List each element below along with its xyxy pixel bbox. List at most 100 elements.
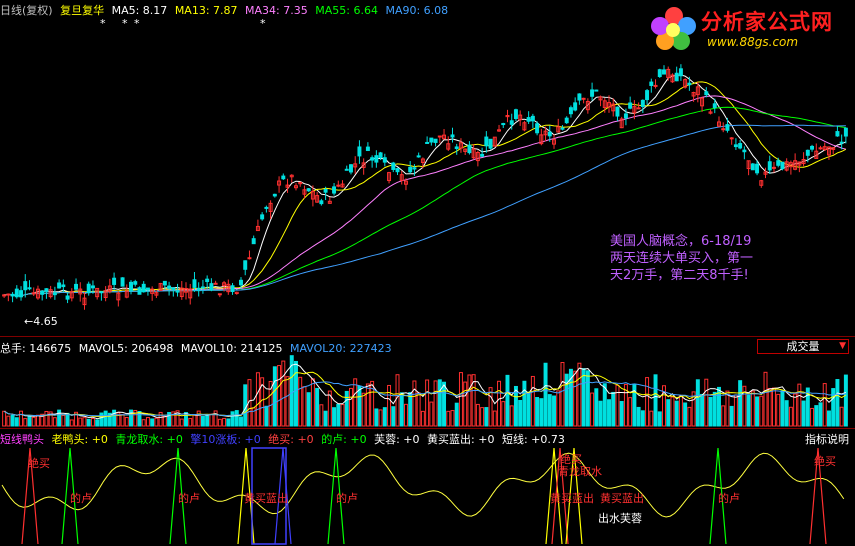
candle-body xyxy=(636,107,641,110)
volume-bar xyxy=(763,371,768,427)
volume-bar xyxy=(480,407,485,427)
volume-bar xyxy=(162,415,167,427)
volume-bar xyxy=(230,411,235,427)
volume-bar xyxy=(420,410,425,427)
volume-bar xyxy=(403,403,408,427)
volume-bar xyxy=(509,405,514,427)
volume-bar xyxy=(839,406,844,427)
volume-bar xyxy=(158,411,163,427)
volume-bar xyxy=(759,395,764,427)
volume-bar xyxy=(78,417,83,427)
volume-bar xyxy=(2,410,7,427)
candle-body xyxy=(112,277,117,285)
volume-bar xyxy=(306,392,311,427)
candle-body xyxy=(674,72,679,82)
ma13-value: MA13: 7.87 xyxy=(174,4,238,17)
pane-divider xyxy=(0,336,855,337)
ma5-value: MA5: 8.17 xyxy=(111,4,168,17)
candle-body xyxy=(65,295,70,300)
candle-body xyxy=(755,163,760,174)
volume-bar xyxy=(82,417,87,427)
volume-bar xyxy=(239,416,243,427)
candle-body xyxy=(818,147,823,150)
candle-body xyxy=(162,280,167,286)
candle-body xyxy=(581,97,586,100)
volume-bar xyxy=(90,417,95,427)
volume-bar xyxy=(348,387,353,427)
volume-bar xyxy=(95,419,100,427)
candle-body xyxy=(192,279,197,288)
volume-bar xyxy=(767,387,772,427)
candle-body xyxy=(484,136,489,147)
candle-body xyxy=(200,286,205,289)
signal-qinglong: 青龙取水 xyxy=(558,465,602,478)
signal-huangmai: 黄买蓝出 xyxy=(600,492,644,505)
candle-body xyxy=(480,153,485,157)
volume-bar xyxy=(450,410,455,427)
signal-huangmai: 黄买蓝出 xyxy=(550,492,594,505)
candle-body xyxy=(425,141,430,144)
candle-body xyxy=(332,186,337,194)
period-label[interactable]: 日线(复权) xyxy=(0,4,53,17)
volume-bar xyxy=(649,410,654,427)
flower-logo-icon xyxy=(651,7,696,50)
candle-body xyxy=(437,135,442,138)
volume-bar xyxy=(154,417,159,427)
volume-bar xyxy=(590,392,595,427)
volume-bar xyxy=(222,417,227,427)
volume-bar xyxy=(243,384,248,427)
candle-body xyxy=(370,157,375,161)
indicator-help-button[interactable]: 指标说明 xyxy=(805,431,849,447)
ind-juemai: 绝买: +0 xyxy=(268,433,314,446)
volume-bar xyxy=(86,418,91,427)
candle-body xyxy=(615,106,620,117)
volume-bar xyxy=(52,417,57,427)
candle-body xyxy=(357,146,362,157)
candle-body xyxy=(23,281,28,291)
volume-bar xyxy=(137,411,142,427)
volume-bar xyxy=(294,360,298,427)
candle-body xyxy=(645,90,650,101)
volume-bar xyxy=(391,406,396,427)
volume-bar xyxy=(674,400,679,427)
candle-body xyxy=(771,166,776,169)
volume-bar xyxy=(492,410,497,427)
volume-bar xyxy=(141,419,146,427)
volume-bar xyxy=(124,416,129,427)
ind-huangmai: 黄买蓝出: +0 xyxy=(427,433,495,446)
volume-bar xyxy=(302,386,307,427)
candle-body xyxy=(141,283,146,293)
volume-bar xyxy=(378,409,383,427)
price-header: 日线(复权) 复旦复华 MA5: 8.17 MA13: 7.87 MA34: 7… xyxy=(0,2,452,18)
candle-body xyxy=(167,285,172,289)
candle-body xyxy=(467,144,472,154)
candle-body xyxy=(560,127,565,130)
volume-bar xyxy=(205,415,210,427)
candle-body xyxy=(742,149,747,153)
volume-bar xyxy=(530,375,535,427)
candle-body xyxy=(687,82,692,86)
candle-body xyxy=(145,287,150,291)
candle-body xyxy=(501,123,506,126)
candle-body xyxy=(408,166,413,173)
mavol5: MAVOL5: 206498 xyxy=(78,342,174,355)
volume-bar xyxy=(518,399,523,427)
indicator-select[interactable]: 成交量 ▼ xyxy=(757,339,849,354)
volume-bar xyxy=(458,372,463,427)
ind-dilu: 的卢: +0 xyxy=(321,433,367,446)
volume-bar xyxy=(57,409,62,427)
volume-bar xyxy=(285,376,290,427)
candle-body xyxy=(14,288,19,298)
volume-bar xyxy=(344,390,349,427)
signal-huangmai: 黄买蓝出 xyxy=(244,492,288,505)
volume-bar xyxy=(780,390,785,427)
volume-bar xyxy=(209,413,214,427)
candle-body xyxy=(395,168,400,173)
volume-bar xyxy=(801,400,806,427)
candle-body xyxy=(725,124,730,131)
volume-bar xyxy=(315,387,320,427)
candle-body xyxy=(344,168,349,171)
volume-bar xyxy=(539,398,544,427)
volume-bar xyxy=(712,391,717,427)
candle-body xyxy=(281,175,286,180)
